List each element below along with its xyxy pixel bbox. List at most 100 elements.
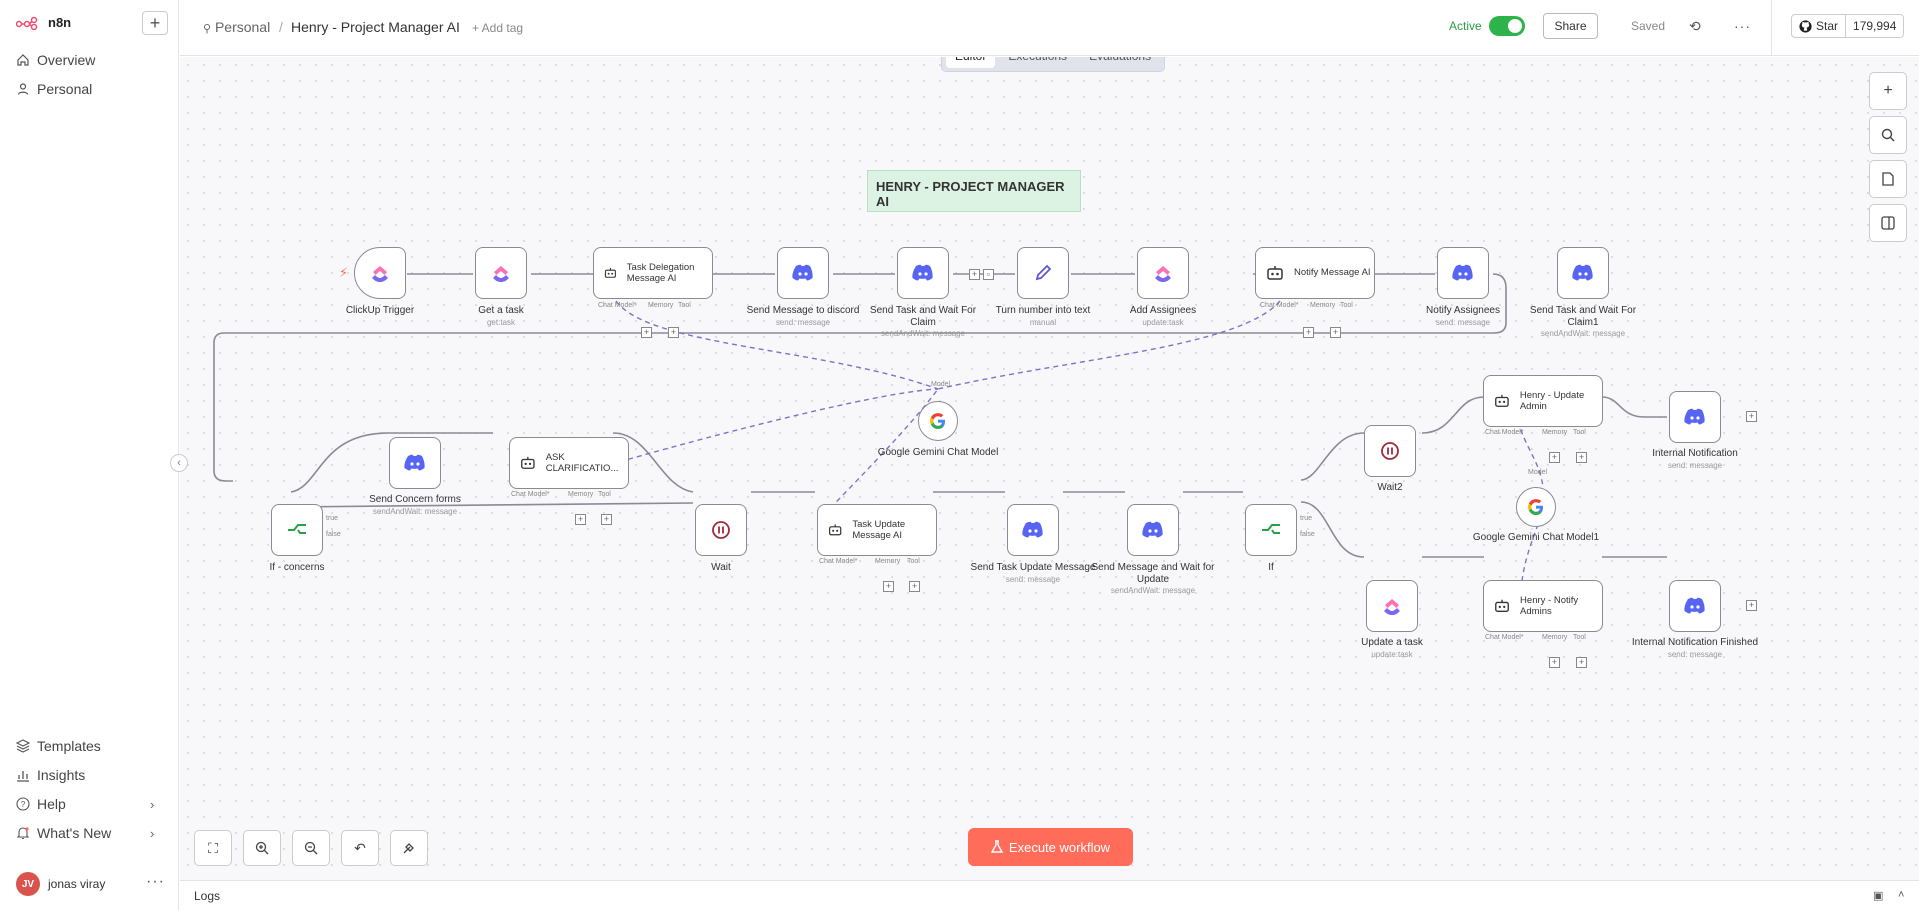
node-send-message-discord[interactable] <box>777 247 829 299</box>
panel-toggle-icon[interactable] <box>1869 204 1907 242</box>
history-icon[interactable]: ⟲ <box>1689 18 1701 35</box>
share-button[interactable]: Share <box>1543 13 1598 39</box>
active-toggle[interactable] <box>1489 16 1525 36</box>
github-star-button[interactable]: Star 179,994 <box>1791 14 1905 38</box>
node-task-delegation-ai[interactable]: Task Delegation Message AI <box>593 247 713 299</box>
execute-workflow-button[interactable]: Execute workflow <box>968 828 1133 866</box>
bell-icon <box>16 827 30 840</box>
tidy-up-icon[interactable] <box>390 830 428 866</box>
discord-icon <box>912 264 933 281</box>
sidebar-item-label: Insights <box>37 767 86 783</box>
node-notify-assignees[interactable] <box>1437 247 1489 299</box>
create-button[interactable]: + <box>142 11 168 35</box>
add-tool-button[interactable]: + <box>1330 327 1341 338</box>
node-send-task-wait-claim[interactable] <box>897 247 949 299</box>
tab-executions[interactable]: Executions <box>999 57 1076 68</box>
home-icon <box>17 54 29 66</box>
sidebar-item-overview[interactable]: Overview <box>16 52 95 68</box>
collapse-sidebar-icon[interactable]: ‹ <box>170 454 188 472</box>
clickup-icon <box>372 266 388 282</box>
node-clickup-trigger[interactable] <box>354 247 406 299</box>
breadcrumb-project[interactable]: ⚲ Personal <box>203 19 270 35</box>
node-internal-notification[interactable] <box>1669 391 1721 443</box>
node-turn-number-into-text[interactable] <box>1017 247 1069 299</box>
view-tabs: Editor Executions Evaluations <box>941 57 1166 72</box>
zoom-out-icon[interactable] <box>292 830 330 866</box>
node-send-concern-forms[interactable] <box>389 437 441 489</box>
github-star-count: 179,994 <box>1845 15 1904 37</box>
node-label: Google Gemini Chat Model1 <box>1472 532 1600 543</box>
add-node-button[interactable]: + <box>1746 411 1757 422</box>
node-ask-clarification[interactable]: ASK CLARIFICATIO... <box>509 437 629 489</box>
delete-connection-icon[interactable]: ▫ <box>983 269 994 280</box>
add-tool-button[interactable]: + <box>668 327 679 338</box>
add-tool-button[interactable]: + <box>1576 452 1587 463</box>
robot-icon <box>828 524 842 536</box>
workflow-canvas[interactable]: Editor Executions Evaluations HENRY - PR… <box>180 57 1919 880</box>
node-send-message-wait-update[interactable] <box>1127 504 1179 556</box>
node-get-a-task[interactable] <box>475 247 527 299</box>
node-google-gemini-chat-model1[interactable] <box>1516 487 1556 527</box>
clickup-icon <box>1155 266 1171 282</box>
sidebar-item-help[interactable]: ? Help <box>16 796 66 812</box>
user-menu[interactable]: JV jonas viray <box>16 872 105 896</box>
node-if[interactable] <box>1245 504 1297 556</box>
node-wait2[interactable] <box>1364 425 1416 477</box>
add-memory-button[interactable]: + <box>1549 657 1560 668</box>
node-wait[interactable] <box>695 504 747 556</box>
node-send-task-update-message[interactable] <box>1007 504 1059 556</box>
node-label: Turn number into text manual <box>995 305 1091 327</box>
add-tool-button[interactable]: + <box>909 581 920 592</box>
add-memory-button[interactable]: + <box>1549 452 1560 463</box>
add-memory-button[interactable]: + <box>575 514 586 525</box>
more-icon[interactable]: ··· <box>146 873 165 891</box>
add-tag-button[interactable]: + Add tag <box>472 21 523 35</box>
node-send-task-wait-claim1[interactable] <box>1557 247 1609 299</box>
user-icon <box>17 83 29 95</box>
logs-panel[interactable]: Logs ▣ ˄ <box>180 880 1919 910</box>
add-node-button[interactable]: + <box>1746 600 1757 611</box>
logs-popout-icon[interactable]: ▣ <box>1873 889 1883 902</box>
undo-icon[interactable]: ↶ <box>341 830 379 866</box>
node-label: Send Concern forms sendAndWait: message <box>369 494 461 516</box>
node-task-update-message-ai[interactable]: Task Update Message AI <box>817 504 937 556</box>
node-add-assignees[interactable] <box>1137 247 1189 299</box>
pencil-icon <box>1035 264 1052 281</box>
chevron-up-icon[interactable]: ˄ <box>1898 889 1904 901</box>
add-memory-button[interactable]: + <box>883 581 894 592</box>
node-if-concerns[interactable] <box>271 504 323 556</box>
tab-evaluations[interactable]: Evaluations <box>1080 57 1160 68</box>
robot-icon <box>1495 599 1509 613</box>
add-tool-button[interactable]: + <box>1576 657 1587 668</box>
saved-status: Saved <box>1631 19 1666 33</box>
node-notify-message-ai[interactable]: Notify Message AI <box>1255 247 1375 299</box>
add-node-button[interactable]: + <box>969 269 980 280</box>
github-star-text: Star <box>1816 19 1839 33</box>
node-internal-notification-finished[interactable] <box>1669 580 1721 632</box>
sidebar-item-personal[interactable]: Personal <box>16 81 92 97</box>
node-henry-notify-admins[interactable]: Henry - Notify Admins <box>1483 580 1603 632</box>
sticky-note-icon[interactable] <box>1869 160 1907 198</box>
add-memory-button[interactable]: + <box>641 327 652 338</box>
sticky-note[interactable]: HENRY - PROJECT MANAGER AI <box>867 170 1081 212</box>
zoom-in-icon[interactable] <box>243 830 281 866</box>
fit-view-icon[interactable]: ⛶ <box>194 830 232 866</box>
user-icon: ⚲ <box>203 23 212 35</box>
discord-icon <box>1452 264 1473 281</box>
node-google-gemini-chat-model[interactable] <box>918 401 958 441</box>
sidebar-item-templates[interactable]: Templates <box>16 738 101 754</box>
app-name: n8n <box>48 15 72 30</box>
sidebar-item-insights[interactable]: Insights <box>16 767 85 783</box>
search-icon[interactable] <box>1869 116 1907 154</box>
add-tool-button[interactable]: + <box>601 514 612 525</box>
tab-editor[interactable]: Editor <box>946 57 996 68</box>
more-options-icon[interactable]: ··· <box>1734 18 1751 34</box>
workflow-name[interactable]: Henry - Project Manager AI <box>291 19 460 35</box>
node-henry-update-admin[interactable]: Henry - Update Admin <box>1483 375 1603 427</box>
sidebar-item-whats-new[interactable]: What's New <box>16 825 111 841</box>
n8n-logo[interactable]: n8n <box>16 15 71 30</box>
sidebar-item-label: Templates <box>37 738 101 754</box>
add-memory-button[interactable]: + <box>1303 327 1314 338</box>
node-update-a-task[interactable] <box>1366 580 1418 632</box>
add-node-panel-button[interactable]: + <box>1869 72 1907 110</box>
